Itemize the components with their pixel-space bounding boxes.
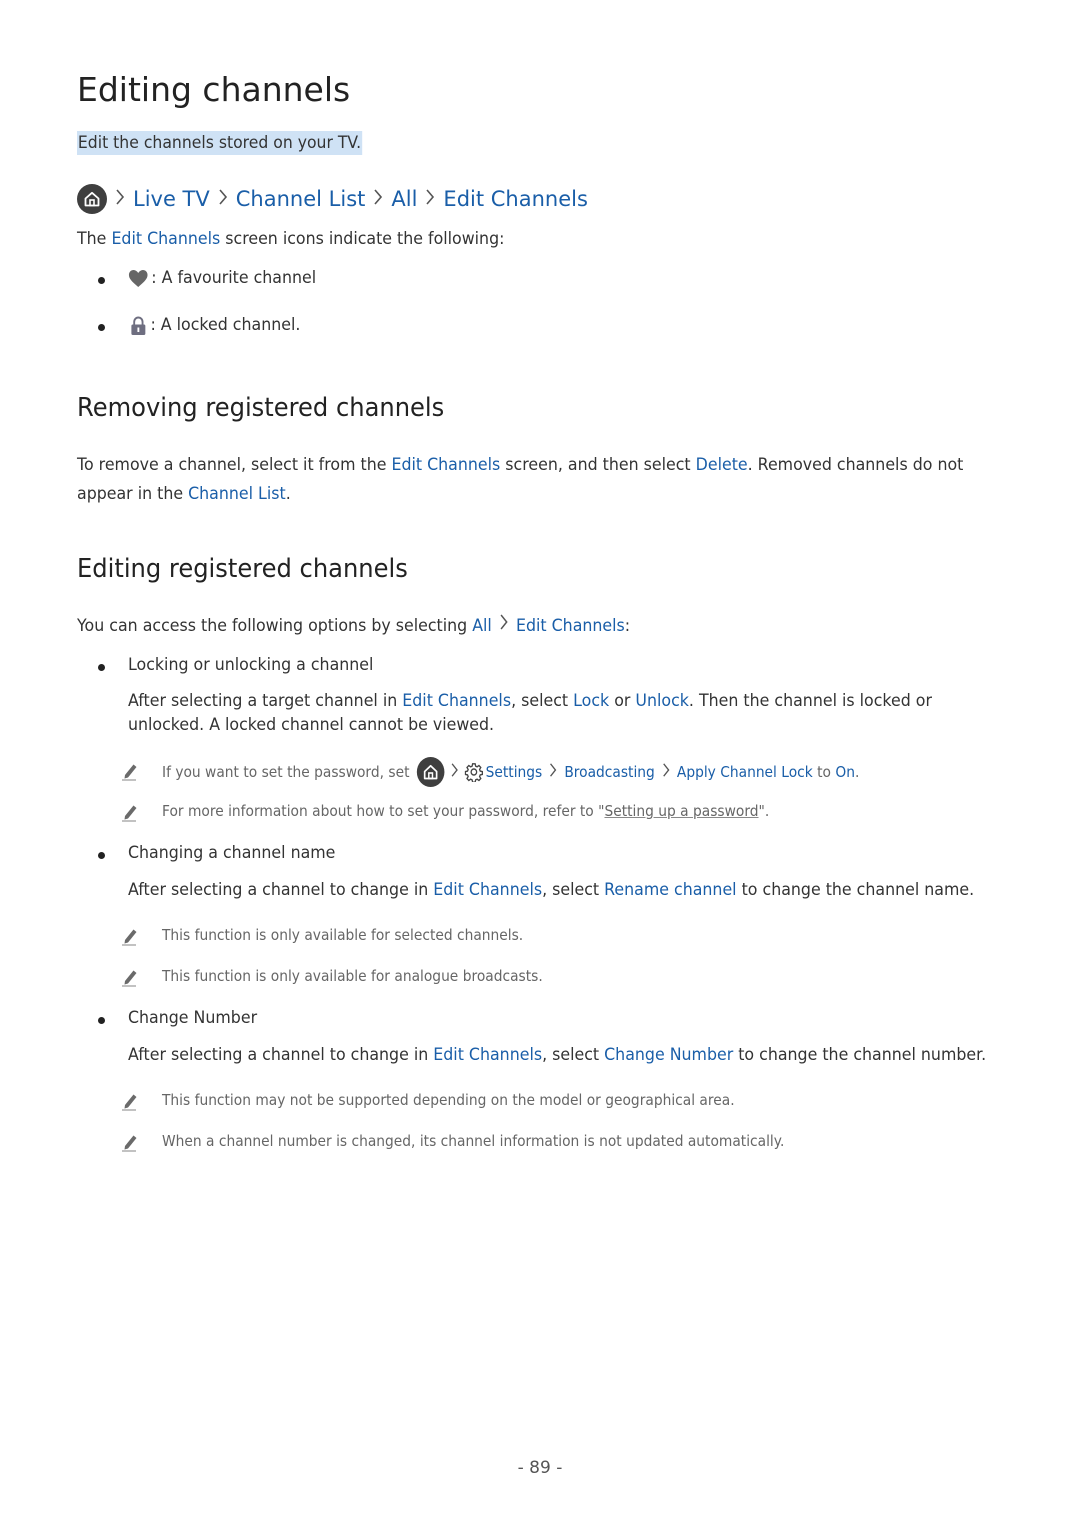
section-heading-editing: Editing registered channels — [77, 554, 408, 584]
bullet — [98, 324, 105, 331]
note-rename-1: This function is only available for sele… — [162, 926, 524, 944]
pencil-icon — [121, 1091, 139, 1111]
chevron-right-icon — [425, 187, 435, 211]
broadcasting-link[interactable]: Broadcasting — [564, 763, 654, 781]
change-number-link[interactable]: Change Number — [604, 1045, 733, 1065]
lock-icon — [130, 315, 147, 336]
rename-channel-link[interactable]: Rename channel — [604, 880, 736, 900]
intro-text: The Edit Channels screen icons indicate … — [77, 229, 505, 249]
pencil-icon — [121, 1132, 139, 1152]
breadcrumb-edit-channels[interactable]: Edit Channels — [443, 187, 588, 211]
note-number-2: When a channel number is changed, its ch… — [162, 1132, 785, 1150]
chevron-right-icon — [661, 762, 670, 782]
pencil-icon — [121, 967, 139, 987]
delete-link[interactable]: Delete — [696, 455, 748, 475]
on-link[interactable]: On — [835, 763, 855, 781]
rename-desc: After selecting a channel to change in E… — [128, 880, 975, 900]
removing-text-line2: appear in the Channel List. — [77, 484, 291, 504]
bullet — [98, 1017, 105, 1024]
lock-desc-line2: unlocked. A locked channel cannot be vie… — [128, 715, 495, 735]
home-icon[interactable] — [416, 757, 445, 787]
unlock-link[interactable]: Unlock — [635, 691, 689, 711]
section-heading-removing: Removing registered channels — [77, 393, 445, 423]
breadcrumb-channel-list[interactable]: Channel List — [236, 187, 366, 211]
list-item-locked: : A locked channel. — [130, 311, 300, 340]
edit-channels-link[interactable]: Edit Channels — [402, 691, 511, 711]
edit-channels-link[interactable]: Edit Channels — [516, 612, 625, 641]
note-rename-2: This function is only available for anal… — [162, 967, 543, 985]
note-password: If you want to set the password, set Set… — [162, 756, 859, 788]
number-desc: After selecting a channel to change in E… — [128, 1045, 987, 1065]
bullet — [98, 852, 105, 859]
breadcrumb-live-tv[interactable]: Live TV — [133, 187, 210, 211]
page-subtitle: Edit the channels stored on your TV. — [77, 131, 363, 155]
apply-channel-lock-link[interactable]: Apply Channel Lock — [677, 763, 813, 781]
edit-channels-link[interactable]: Edit Channels — [433, 880, 542, 900]
settings-link[interactable]: Settings — [486, 763, 543, 781]
bullet — [98, 277, 105, 284]
lock-link[interactable]: Lock — [573, 691, 609, 711]
breadcrumb: Live TV Channel List All Edit Channels — [77, 183, 588, 215]
pencil-icon — [121, 802, 139, 822]
page-title: Editing channels — [77, 70, 351, 109]
pencil-icon — [121, 926, 139, 946]
note-password-info: For more information about how to set yo… — [162, 802, 770, 820]
page-number: - 89 - — [517, 1458, 563, 1478]
channel-list-link[interactable]: Channel List — [188, 484, 286, 504]
item-title-rename: Changing a channel name — [128, 843, 336, 863]
edit-channels-link[interactable]: Edit Channels — [433, 1045, 542, 1065]
chevron-right-icon — [373, 187, 383, 211]
list-item-favourite: : A favourite channel — [128, 264, 316, 293]
heart-icon — [128, 269, 148, 289]
item-title-lock: Locking or unlocking a channel — [128, 655, 374, 675]
breadcrumb-all[interactable]: All — [391, 187, 417, 211]
item-title-change-number[interactable]: Change Number — [128, 1004, 257, 1033]
pencil-icon — [121, 761, 139, 781]
chevron-right-icon — [218, 187, 228, 211]
all-link[interactable]: All — [472, 612, 492, 641]
chevron-right-icon — [549, 762, 558, 782]
setting-up-password-link[interactable]: Setting up a password — [604, 802, 758, 820]
gear-icon — [464, 762, 483, 782]
removing-text-line1: To remove a channel, select it from the … — [77, 455, 964, 475]
edit-channels-link[interactable]: Edit Channels — [391, 455, 500, 475]
editing-intro: You can access the following options by … — [77, 612, 630, 641]
bullet — [98, 664, 105, 671]
note-number-1: This function may not be supported depen… — [162, 1091, 735, 1109]
chevron-right-icon — [499, 612, 508, 641]
chevron-right-icon — [115, 187, 125, 211]
chevron-right-icon — [450, 762, 459, 782]
home-icon[interactable] — [77, 184, 107, 214]
edit-channels-link[interactable]: Edit Channels — [111, 229, 220, 249]
